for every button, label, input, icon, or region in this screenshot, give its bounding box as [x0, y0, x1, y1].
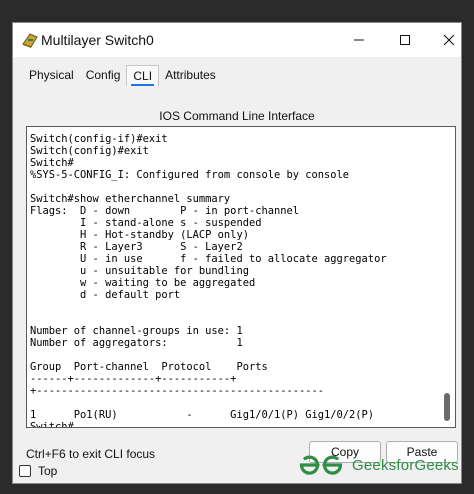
switch-icon: [21, 31, 39, 49]
minimize-button[interactable]: [339, 23, 379, 57]
top-label: Top: [38, 464, 58, 478]
top-checkbox[interactable]: [19, 465, 31, 477]
tab-physical[interactable]: Physical: [23, 65, 80, 85]
maximize-button[interactable]: [385, 23, 425, 57]
cli-scrollbar[interactable]: [441, 129, 453, 425]
gfg-wordmark: GeeksforGeeks: [352, 456, 459, 474]
tab-cli[interactable]: CLI: [126, 65, 160, 86]
window-title: Multilayer Switch0: [41, 32, 154, 48]
cli-console[interactable]: Switch(config-if)#exit Switch(config)#ex…: [26, 126, 456, 428]
tab-bar: Physical Config CLI Attributes: [23, 65, 222, 87]
cli-focus-hint: Ctrl+F6 to exit CLI focus: [26, 447, 156, 461]
tab-config[interactable]: Config: [80, 65, 127, 85]
close-icon: [443, 34, 455, 46]
cli-output[interactable]: Switch(config-if)#exit Switch(config)#ex…: [27, 127, 455, 427]
maximize-icon: [400, 35, 410, 45]
title-bar: Multilayer Switch0: [13, 23, 461, 57]
cli-window: Multilayer Switch0 Physical Config CLI A…: [12, 22, 462, 484]
panel-title: IOS Command Line Interface: [159, 109, 315, 123]
top-option: Top: [19, 464, 57, 478]
gfg-logo-icon: [299, 455, 343, 475]
scrollbar-thumb[interactable]: [444, 393, 450, 421]
minimize-icon: [354, 39, 364, 41]
tab-attributes[interactable]: Attributes: [159, 65, 222, 85]
close-button[interactable]: [429, 23, 469, 57]
gfg-watermark: GeeksforGeeks: [298, 454, 459, 476]
